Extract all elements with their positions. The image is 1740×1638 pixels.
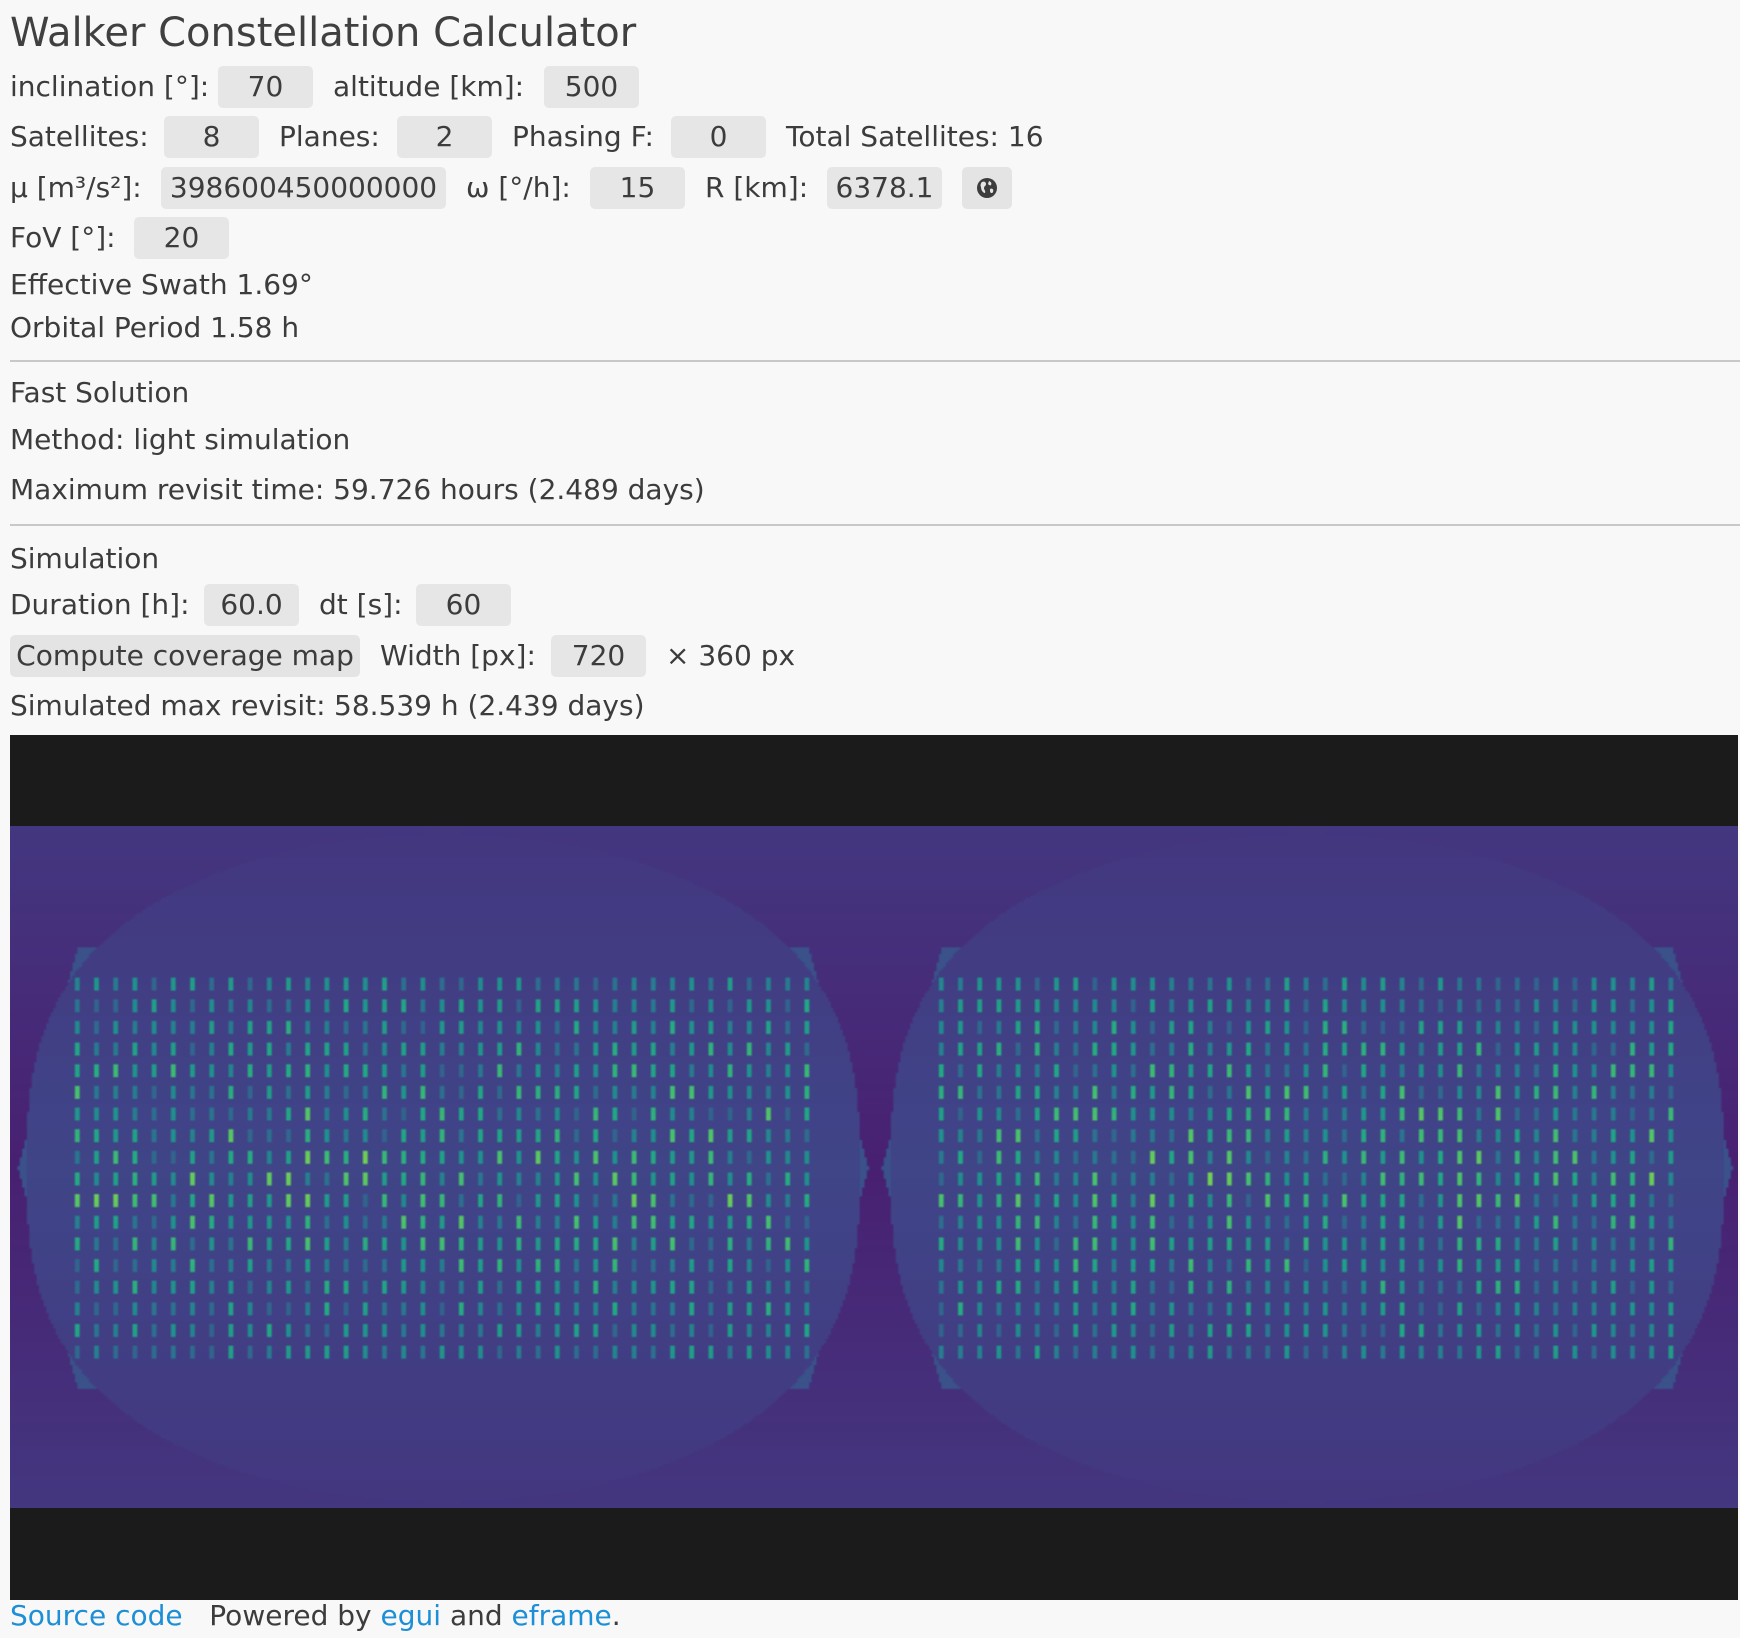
dt-label: dt [s]: — [319, 588, 403, 621]
omega-label: ω [°/h]: — [466, 171, 571, 204]
footer: Source code Powered by egui and eframe. — [10, 1596, 621, 1636]
eframe-link[interactable]: eframe — [512, 1599, 612, 1632]
source-code-link[interactable]: Source code — [10, 1599, 183, 1632]
total-satellites: Total Satellites: 16 — [786, 120, 1044, 153]
planes-input[interactable]: 2 — [397, 116, 492, 158]
omega-input[interactable]: 15 — [590, 167, 685, 209]
max-revisit-text: Maximum revisit time: 59.726 hours (2.48… — [10, 473, 705, 506]
earth-preset-button[interactable] — [962, 167, 1012, 209]
globe-icon — [977, 178, 997, 198]
divider — [10, 524, 1740, 526]
simulated-max-revisit-value: 58.539 h (2.439 days) — [334, 689, 645, 722]
compute-coverage-button[interactable]: Compute coverage map — [10, 635, 360, 677]
height-text: × 360 px — [666, 639, 796, 672]
dt-input[interactable]: 60 — [416, 584, 511, 626]
fov-input[interactable]: 20 — [134, 217, 229, 259]
egui-link[interactable]: egui — [381, 1599, 442, 1632]
inclination-label: inclination [°]: — [10, 70, 210, 103]
satellites-input[interactable]: 8 — [164, 116, 259, 158]
fast-solution-heading: Fast Solution — [10, 376, 190, 409]
effective-swath: Effective Swath 1.69° — [10, 268, 313, 301]
footer-period: . — [611, 1599, 621, 1632]
fov-label: FoV [°]: — [10, 221, 116, 254]
phasing-label: Phasing F: — [512, 120, 654, 153]
simulated-max-revisit-label: Simulated max revisit: — [10, 689, 326, 722]
phasing-input[interactable]: 0 — [671, 116, 766, 158]
mu-label: μ [m³/s²]: — [10, 171, 142, 204]
radius-label: R [km]: — [705, 171, 809, 204]
satellites-label: Satellites: — [10, 120, 149, 153]
and-text: and — [449, 1599, 503, 1632]
duration-label: Duration [h]: — [10, 588, 190, 621]
altitude-label: altitude [km]: — [333, 70, 525, 103]
simulation-heading: Simulation — [10, 542, 160, 575]
divider — [10, 360, 1740, 362]
method-text: Method: light simulation — [10, 423, 351, 456]
planes-label: Planes: — [279, 120, 380, 153]
mu-input[interactable]: 398600450000000 — [161, 167, 446, 209]
inclination-input[interactable]: 70 — [218, 66, 313, 108]
coverage-map-frame — [10, 735, 1738, 1600]
coverage-map — [10, 826, 1738, 1508]
orbital-period: Orbital Period 1.58 h — [10, 311, 300, 344]
radius-input[interactable]: 6378.1 — [827, 167, 942, 209]
duration-input[interactable]: 60.0 — [204, 584, 299, 626]
page-title: Walker Constellation Calculator — [10, 10, 637, 56]
altitude-input[interactable]: 500 — [544, 66, 639, 108]
width-input[interactable]: 720 — [551, 635, 646, 677]
width-label: Width [px]: — [380, 639, 536, 672]
powered-by-text: Powered by — [209, 1599, 372, 1632]
